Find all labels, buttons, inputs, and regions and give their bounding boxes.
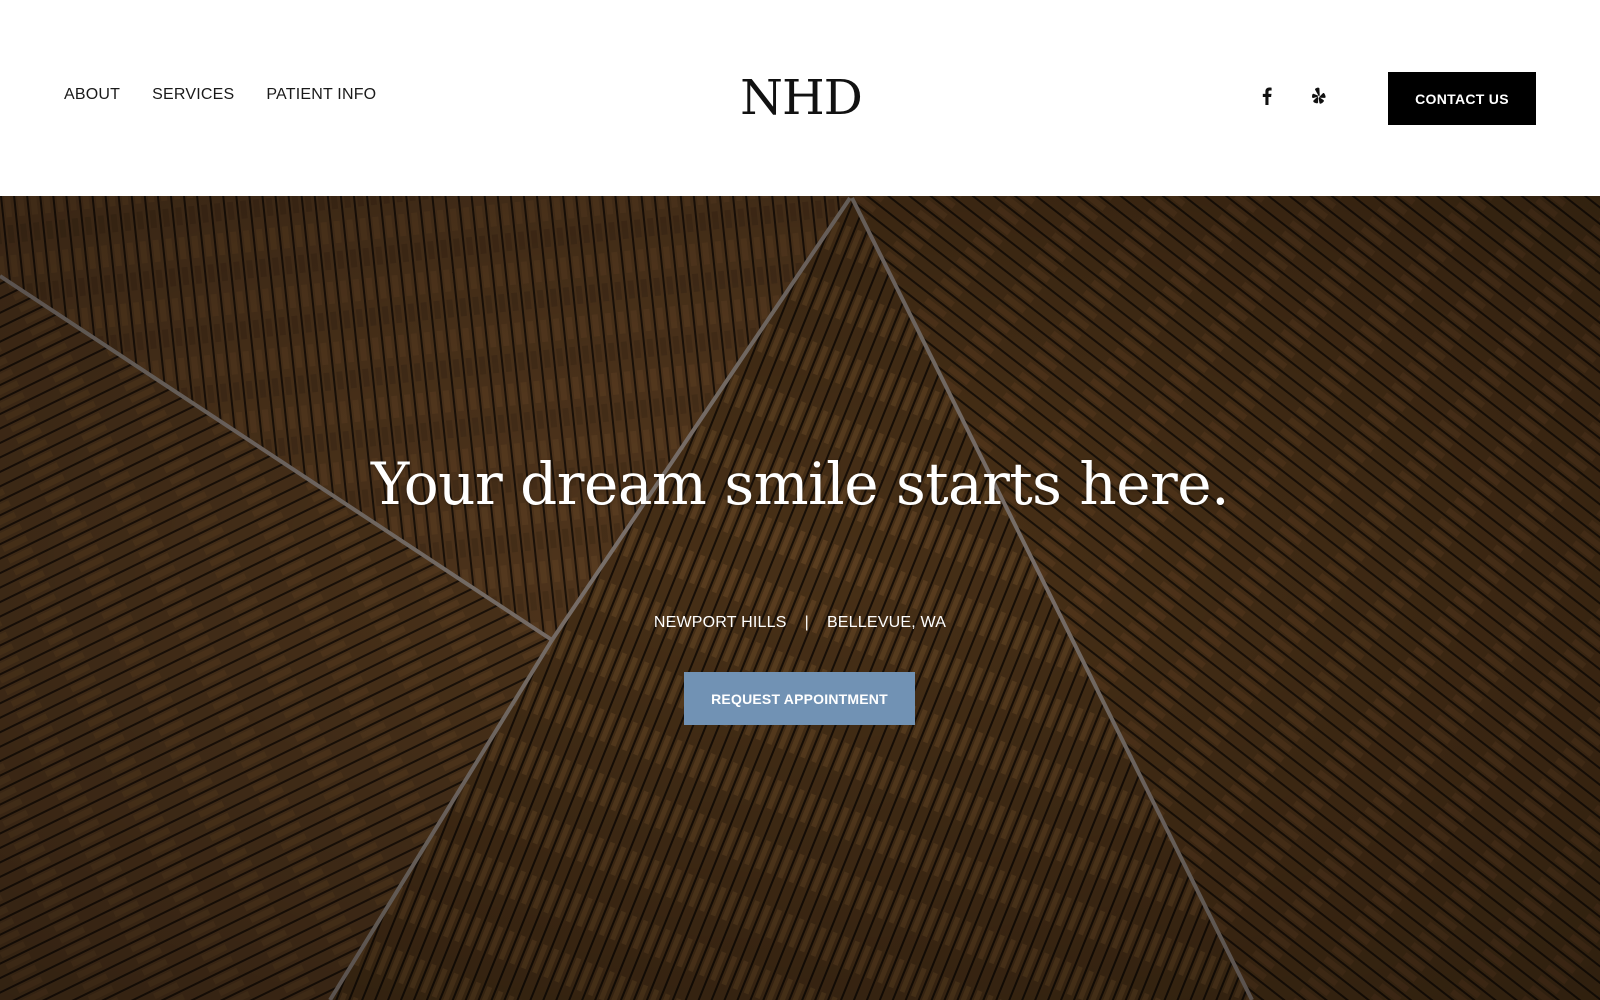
- location-line: NEWPORT HILLS | BELLEVUE, WA: [0, 614, 1600, 632]
- site-logo[interactable]: NHD: [739, 70, 863, 126]
- nav-patient-info[interactable]: PATIENT INFO: [266, 86, 376, 104]
- nav-services[interactable]: SERVICES: [152, 86, 234, 104]
- main-nav: ABOUT SERVICES PATIENT INFO: [64, 86, 376, 104]
- contact-us-button[interactable]: CONTACT US: [1388, 72, 1536, 125]
- hero-title: Your dream smile starts here.: [370, 450, 1230, 518]
- yelp-icon[interactable]: [1310, 86, 1328, 106]
- request-appointment-button[interactable]: REQUEST APPOINTMENT: [684, 672, 915, 725]
- location-separator: |: [804, 614, 809, 631]
- facebook-icon[interactable]: [1258, 86, 1276, 106]
- hero-section: Your dream smile starts here. NEWPORT HI…: [0, 196, 1600, 1000]
- wood-panel-background: [0, 196, 1600, 1000]
- site-header: ABOUT SERVICES PATIENT INFO NHD CONTACT …: [0, 0, 1600, 196]
- location-city: BELLEVUE, WA: [826, 614, 947, 631]
- nav-about[interactable]: ABOUT: [64, 86, 120, 104]
- social-links: [1258, 86, 1328, 106]
- location-neighborhood: NEWPORT HILLS: [653, 614, 787, 631]
